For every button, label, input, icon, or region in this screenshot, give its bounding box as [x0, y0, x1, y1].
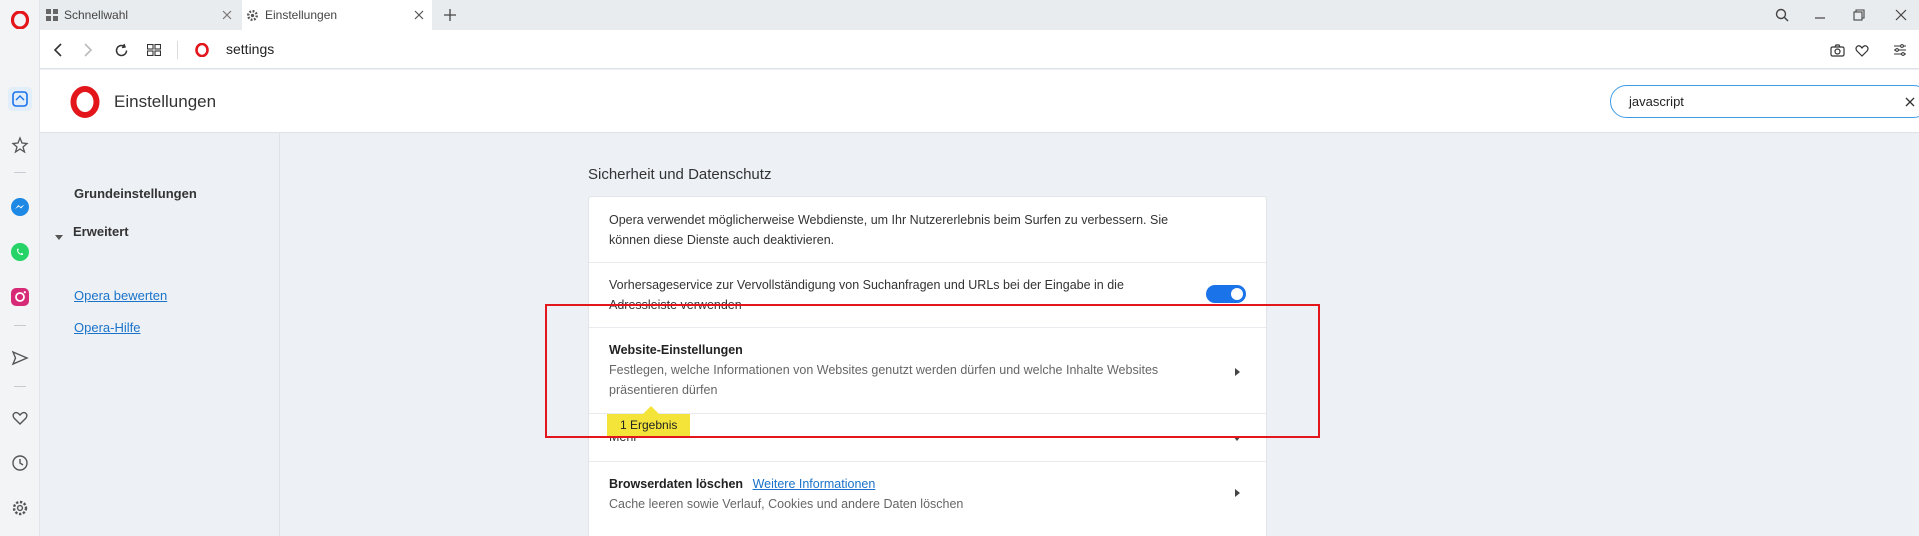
- gear-icon: [246, 9, 259, 22]
- arrow-right-icon: [1232, 488, 1242, 498]
- settings-icon[interactable]: [8, 496, 32, 520]
- send-icon[interactable]: [8, 346, 32, 370]
- new-tab-button[interactable]: [441, 6, 459, 24]
- opera-sidebar: [0, 0, 40, 536]
- whatsapp-icon[interactable]: [8, 240, 32, 264]
- close-icon[interactable]: [220, 8, 234, 22]
- search-value: javascript: [1629, 94, 1684, 109]
- nav-erweitert[interactable]: Erweitert: [73, 224, 129, 239]
- clear-data-text: Browserdaten löschen Weitere Information…: [609, 474, 1209, 514]
- clear-data-title-line: Browserdaten löschen Weitere Information…: [609, 474, 1209, 494]
- heart-icon[interactable]: [8, 406, 32, 430]
- intro-text: Opera verwendet möglicherweise Webdienst…: [609, 213, 1169, 247]
- heart-icon[interactable]: [1852, 40, 1872, 60]
- camera-icon[interactable]: [1827, 40, 1847, 60]
- intro-row: Opera verwendet möglicherweise Webdienst…: [589, 197, 1266, 263]
- bookmarks-icon[interactable]: [8, 133, 32, 157]
- grid-icon: [46, 9, 58, 21]
- easy-setup-icon[interactable]: [1890, 40, 1910, 60]
- sidebar-divider: [14, 386, 26, 387]
- url-field[interactable]: settings: [226, 41, 274, 57]
- window-close-icon[interactable]: [1891, 5, 1911, 25]
- tab-strip: Schnellwahl Einstellungen: [40, 0, 1919, 30]
- forward-icon[interactable]: [78, 40, 98, 60]
- opera-menu-icon[interactable]: [8, 8, 32, 32]
- triangle-down-icon: [55, 228, 63, 246]
- tab-schnellwahl[interactable]: Schnellwahl: [46, 0, 240, 30]
- tab-einstellungen[interactable]: Einstellungen: [242, 0, 432, 30]
- toolbar-divider: [177, 41, 178, 59]
- settings-search-input[interactable]: javascript: [1610, 85, 1919, 118]
- sidebar-divider: [14, 172, 26, 173]
- page-title: Einstellungen: [114, 92, 217, 111]
- link-opera-bewerten[interactable]: Opera bewerten: [74, 288, 167, 303]
- link-opera-hilfe[interactable]: Opera-Hilfe: [74, 320, 140, 335]
- settings-nav: Grundeinstellungen Erweitert Opera bewer…: [40, 133, 280, 536]
- opera-logo-icon: [70, 86, 100, 123]
- tab-label: Schnellwahl: [64, 8, 129, 22]
- section-title: Sicherheit und Datenschutz: [588, 166, 772, 183]
- toggle-knob: [1231, 288, 1243, 300]
- sidebar-divider: [14, 325, 26, 326]
- clear-search-icon[interactable]: [1903, 95, 1917, 109]
- minimize-icon[interactable]: [1810, 5, 1830, 25]
- more-info-link[interactable]: Weitere Informationen: [753, 477, 876, 491]
- tab-overview-icon[interactable]: [144, 40, 164, 60]
- instagram-icon[interactable]: [8, 285, 32, 309]
- settings-header: Einstellungen javascript: [40, 70, 1919, 133]
- tab-label: Einstellungen: [265, 8, 338, 22]
- clear-data-title: Browserdaten löschen: [609, 477, 744, 491]
- nav-grundeinstellungen[interactable]: Grundeinstellungen: [74, 186, 197, 201]
- reload-icon[interactable]: [111, 40, 131, 60]
- annotation-box: [545, 304, 1320, 438]
- prediction-toggle[interactable]: [1206, 285, 1246, 303]
- address-bar: settings: [40, 30, 1919, 69]
- history-icon[interactable]: [8, 451, 32, 475]
- messenger-icon[interactable]: [8, 195, 32, 219]
- close-icon[interactable]: [412, 8, 426, 22]
- opera-site-icon: [192, 40, 212, 60]
- clear-data-row[interactable]: Browserdaten löschen Weitere Information…: [589, 462, 1266, 526]
- clear-data-desc: Cache leeren sowie Verlauf, Cookies und …: [609, 497, 964, 511]
- back-icon[interactable]: [48, 40, 68, 60]
- restore-icon[interactable]: [1849, 5, 1869, 25]
- search-tabs-icon[interactable]: [1772, 5, 1792, 25]
- home-icon[interactable]: [8, 87, 32, 111]
